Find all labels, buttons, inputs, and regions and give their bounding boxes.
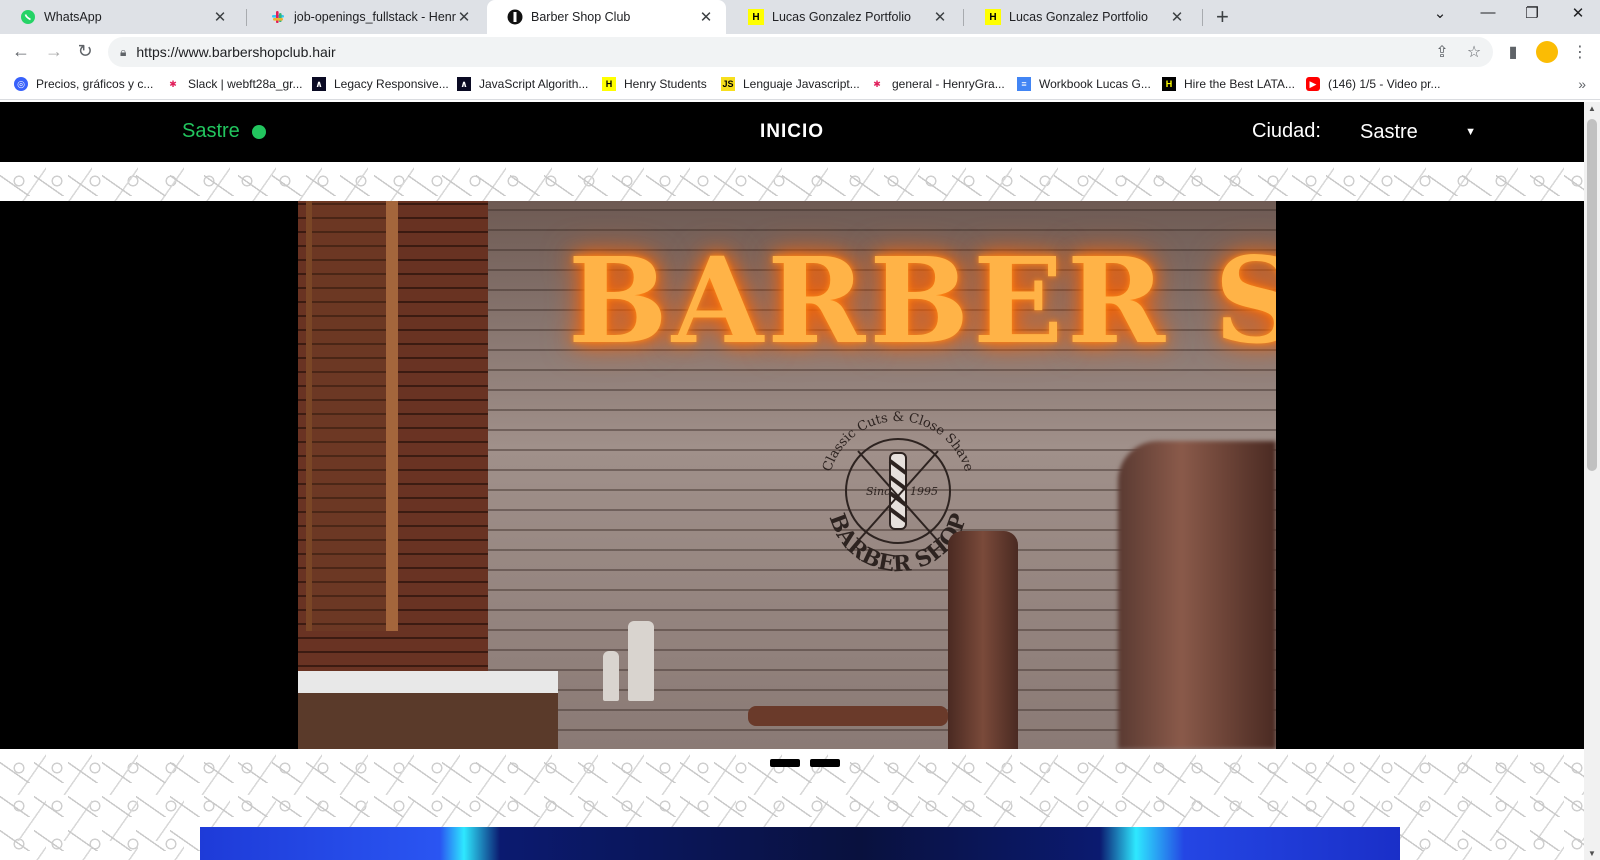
- freecodecamp-icon: ∧: [457, 77, 471, 91]
- city-selected-value: Sastre: [1360, 120, 1418, 143]
- bookmark-label: Henry Students: [624, 77, 707, 91]
- tab-title: Barber Shop Club: [531, 10, 631, 24]
- tab-title: job-openings_fullstack - HenryGr: [294, 10, 456, 24]
- tab-portfolio-2[interactable]: H Lucas Gonzalez Portfolio ✕: [965, 0, 1197, 34]
- new-tab-icon[interactable]: +: [1216, 5, 1229, 29]
- address-bar[interactable]: 🔒︎ https://www.barbershopclub.hair: [108, 37, 1493, 67]
- bookmark-item[interactable]: JS Lenguaje Javascript...: [721, 77, 860, 91]
- emblem-year: 1995: [910, 485, 938, 498]
- reload-icon[interactable]: ↻: [74, 41, 96, 62]
- scroll-up-icon[interactable]: ▲: [1584, 104, 1600, 113]
- bookmark-star-icon[interactable]: ☆: [1464, 42, 1484, 62]
- tab-job-openings[interactable]: job-openings_fullstack - HenryGr ✕: [250, 0, 484, 34]
- bookmark-label: (146) 1/5 - Video pr...: [1328, 77, 1441, 91]
- tab-search-icon[interactable]: ⌄: [1428, 4, 1452, 22]
- spray-bottle: [628, 621, 654, 701]
- tab-whatsapp[interactable]: WhatsApp ✕: [0, 0, 240, 34]
- bookmark-item[interactable]: ✱ Slack | webft28a_gr...: [166, 77, 303, 91]
- bookmark-label: general - HenryGra...: [892, 77, 1005, 91]
- close-icon[interactable]: ✕: [932, 8, 948, 26]
- slack-icon: ✱: [873, 78, 881, 89]
- bookmark-label: JavaScript Algorith...: [479, 77, 589, 91]
- slack-icon: ✱: [169, 78, 177, 89]
- bookmark-label: Workbook Lucas G...: [1039, 77, 1151, 91]
- close-icon[interactable]: ✕: [1169, 8, 1185, 26]
- henry-icon: H: [748, 9, 764, 25]
- scrollbar-thumb[interactable]: [1587, 119, 1597, 471]
- bookmark-label: Precios, gráficos y c...: [36, 77, 154, 91]
- bookmark-label: Legacy Responsive...: [334, 77, 449, 91]
- city-label: Ciudad:: [1252, 120, 1321, 142]
- nav-inicio-link[interactable]: INICIO: [760, 121, 824, 143]
- bottle: [603, 651, 619, 701]
- bookmarks-bar: ◎ Precios, gráficos y c... ✱ Slack | web…: [0, 70, 1600, 100]
- tab-portfolio-1[interactable]: H Lucas Gonzalez Portfolio ✕: [728, 0, 960, 34]
- close-icon[interactable]: ✕: [698, 8, 714, 26]
- page-viewport: Sastre INICIO Ciudad: Sastre ▼ BARBER SH…: [0, 102, 1584, 860]
- bookmark-item[interactable]: ▶ (146) 1/5 - Video pr...: [1306, 77, 1441, 91]
- freecodecamp-icon: ∧: [312, 77, 326, 91]
- browser-toolbar: ← → ↻ 🔒︎ https://www.barbershopclub.hair…: [0, 34, 1600, 70]
- online-status-dot: [251, 124, 266, 139]
- neon-sign: BARBER SHOP: [568, 231, 1276, 370]
- js-icon: JS: [721, 77, 735, 91]
- bookmark-item[interactable]: H Henry Students: [602, 77, 707, 91]
- tab-strip: WhatsApp ✕ job-openings_fullstack - Henr…: [0, 0, 1600, 34]
- profile-avatar[interactable]: [1536, 41, 1558, 63]
- bookmark-label: Hire the Best LATA...: [1184, 77, 1295, 91]
- minimize-icon[interactable]: —: [1476, 4, 1500, 21]
- share-icon[interactable]: ⇪: [1432, 42, 1452, 62]
- bookmark-item[interactable]: H Hire the Best LATA...: [1162, 77, 1295, 91]
- google-docs-icon: ≡: [1017, 77, 1031, 91]
- forward-icon[interactable]: →: [43, 41, 65, 62]
- tab-barber-shop-club[interactable]: Barber Shop Club ✕: [487, 0, 726, 34]
- url-text: https://www.barbershopclub.hair: [136, 44, 336, 60]
- barber-chair-blurred: [1118, 441, 1276, 749]
- back-icon[interactable]: ←: [10, 41, 32, 62]
- page-scrollbar[interactable]: ▲ ▼: [1584, 102, 1600, 860]
- bookmark-item[interactable]: ≡ Workbook Lucas G...: [1017, 77, 1151, 91]
- henry-icon: H: [1162, 77, 1176, 91]
- bookmark-item[interactable]: ✱ general - HenryGra...: [870, 77, 1005, 91]
- bookmark-label: Lenguaje Javascript...: [743, 77, 860, 91]
- hero-slide-image: BARBER SHOP Classic Cuts & Close Shave B…: [298, 201, 1276, 749]
- carousel-indicator-2[interactable]: [810, 759, 840, 767]
- menu-icon[interactable]: ⋮: [1570, 42, 1590, 62]
- henry-icon: H: [602, 77, 616, 91]
- close-icon[interactable]: ✕: [212, 8, 228, 26]
- more-bookmarks-icon[interactable]: »: [1578, 76, 1586, 92]
- restore-icon[interactable]: ❐: [1520, 4, 1544, 22]
- city-select[interactable]: Sastre ▼: [1350, 116, 1480, 148]
- promo-banner: [200, 827, 1400, 860]
- close-icon[interactable]: ✕: [456, 8, 472, 26]
- henry-icon: H: [985, 9, 1001, 25]
- coinmarketcap-icon: ◎: [14, 77, 28, 91]
- hero-carousel: BARBER SHOP Classic Cuts & Close Shave B…: [0, 201, 1584, 749]
- bookmark-item[interactable]: ∧ Legacy Responsive...: [312, 77, 449, 91]
- mirror-frame: [306, 201, 398, 631]
- bookmark-item[interactable]: ∧ JavaScript Algorith...: [457, 77, 588, 91]
- brand-name: Sastre: [182, 120, 240, 142]
- close-window-icon[interactable]: ✕: [1566, 4, 1590, 22]
- barber-chair-back: [948, 531, 1018, 749]
- counter-drawers: [298, 693, 558, 749]
- bookmark-label: Slack | webft28a_gr...: [188, 77, 303, 91]
- bookmark-item[interactable]: ◎ Precios, gráficos y c...: [14, 77, 153, 91]
- tab-title: WhatsApp: [44, 10, 102, 24]
- tab-title: Lucas Gonzalez Portfolio: [772, 10, 911, 24]
- brand-logo[interactable]: Sastre: [182, 120, 266, 143]
- whatsapp-icon: [20, 9, 36, 25]
- barber-tools-pattern: [0, 162, 1584, 201]
- tab-title: Lucas Gonzalez Portfolio: [1009, 10, 1148, 24]
- barber-chair-seat: [748, 706, 948, 726]
- chevron-down-icon: ▼: [1465, 126, 1476, 138]
- site-navbar: Sastre INICIO Ciudad: Sastre ▼: [0, 102, 1584, 162]
- scroll-down-icon[interactable]: ▼: [1584, 849, 1600, 858]
- barber-shop-icon: [507, 9, 523, 25]
- youtube-icon: ▶: [1306, 77, 1320, 91]
- lock-icon: 🔒︎: [120, 44, 127, 59]
- carousel-indicator-1[interactable]: [770, 759, 800, 767]
- side-panel-icon[interactable]: ▮: [1503, 42, 1523, 62]
- slack-icon: [270, 9, 286, 25]
